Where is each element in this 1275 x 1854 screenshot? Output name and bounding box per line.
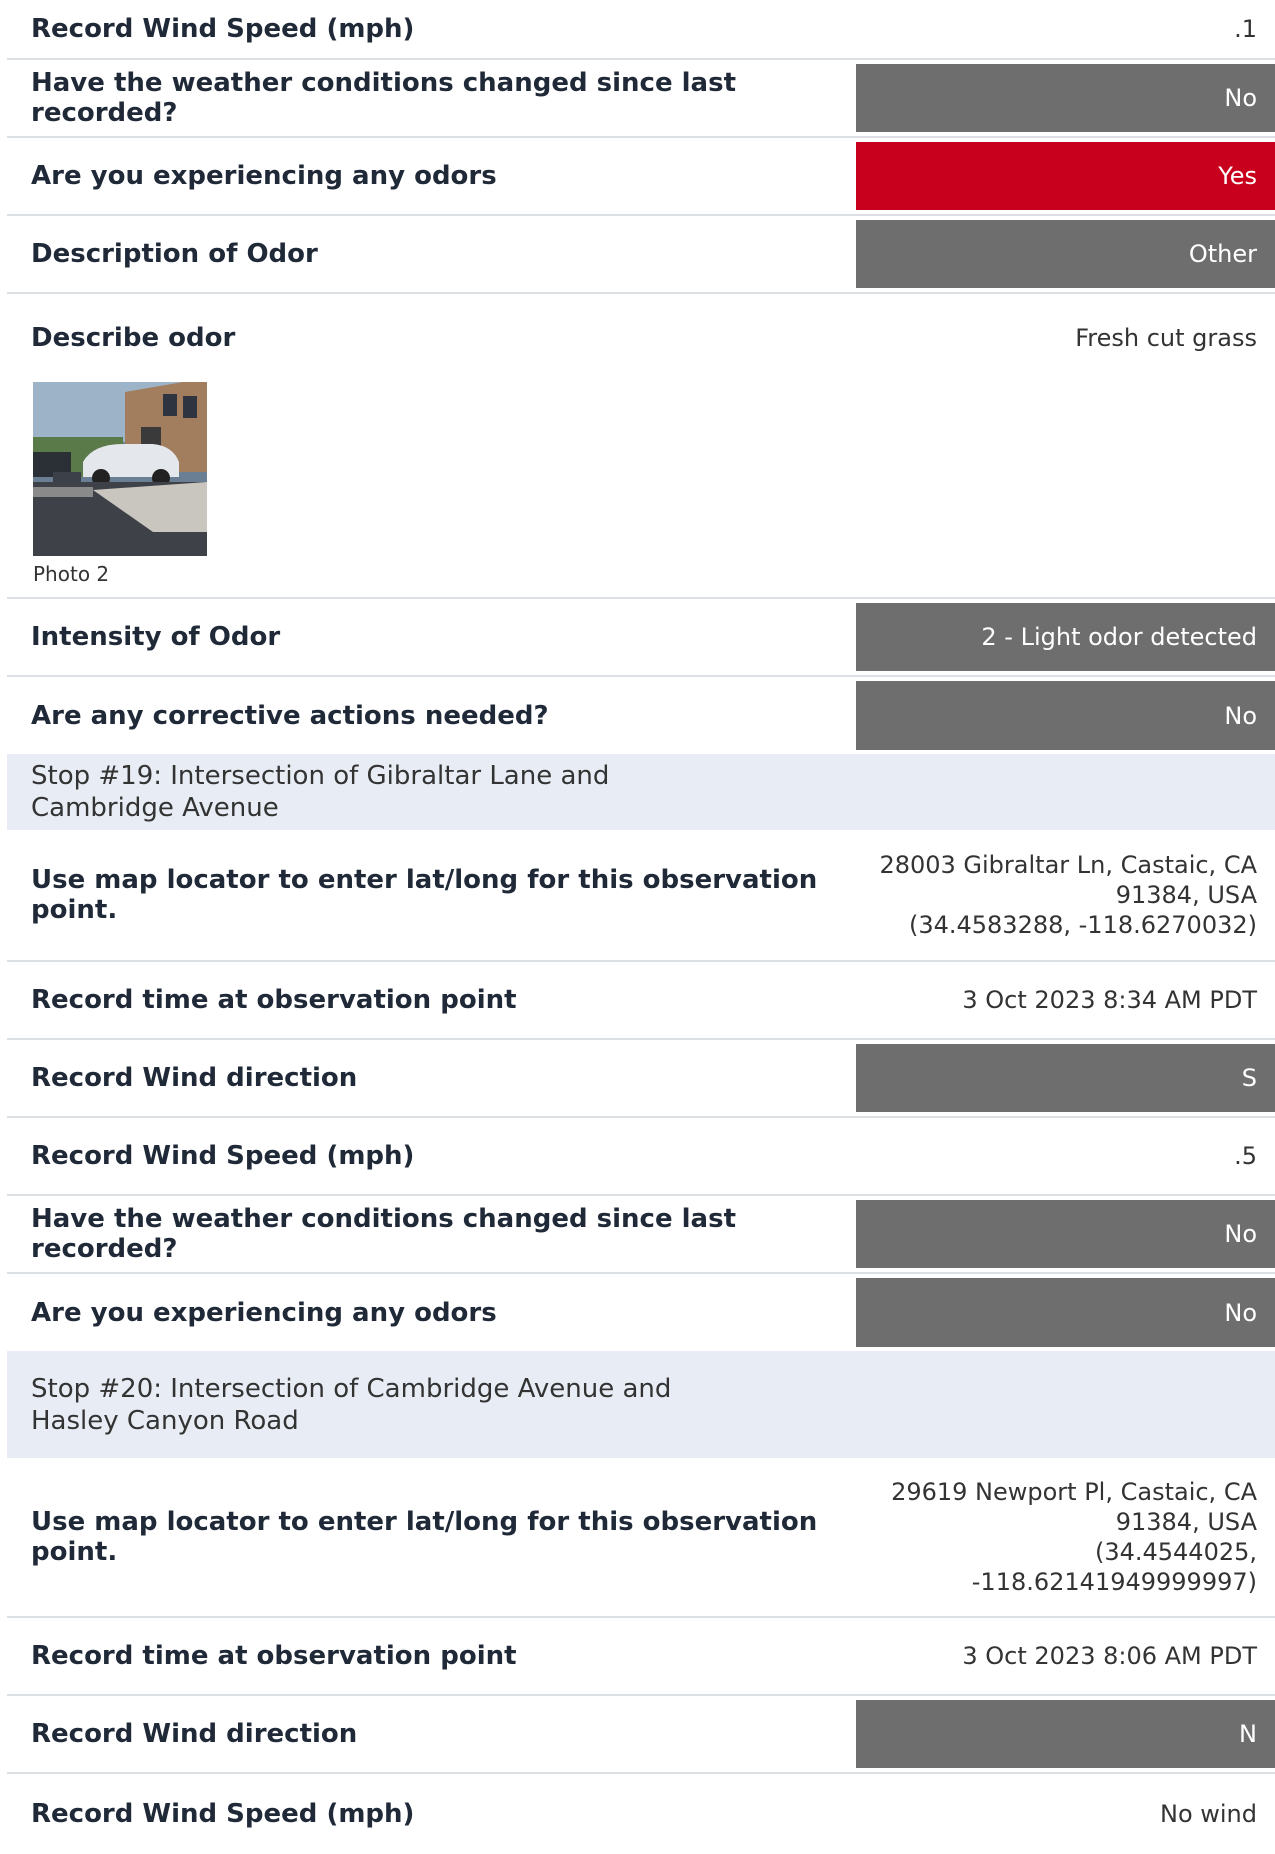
odor-intensity-row: Intensity of Odor 2 - Light odor detecte…: [7, 599, 1275, 677]
observation-time-row: Record time at observation point 3 Oct 2…: [7, 1618, 1275, 1696]
wind-speed-value: No wind: [1159, 1800, 1257, 1828]
field-label: Record Wind Speed (mph): [31, 14, 415, 44]
field-label: Record time at observation point: [31, 985, 517, 1015]
field-label: Record Wind Speed (mph): [31, 1141, 415, 1171]
odors-answer[interactable]: No: [856, 1278, 1275, 1347]
observation-time-value: 3 Oct 2023 8:06 AM PDT: [962, 1642, 1257, 1670]
odor-description-answer[interactable]: Other: [856, 220, 1275, 288]
field-label: Use map locator to enter lat/long for th…: [31, 1507, 818, 1567]
weather-changed-row: Have the weather conditions changed sinc…: [7, 60, 1275, 138]
observation-time-row: Record time at observation point 3 Oct 2…: [7, 962, 1275, 1040]
weather-changed-answer[interactable]: No: [856, 64, 1275, 132]
wind-speed-row: Record Wind Speed (mph) .5: [7, 1118, 1275, 1196]
wind-direction-answer[interactable]: N: [856, 1700, 1275, 1768]
wind-direction-row: Record Wind direction S: [7, 1040, 1275, 1118]
photo-caption: Photo 2: [33, 562, 110, 586]
field-label: Describe odor: [31, 323, 236, 353]
weather-changed-answer[interactable]: No: [856, 1200, 1275, 1268]
photo-attachment[interactable]: Photo 2: [33, 382, 207, 586]
odors-answer[interactable]: Yes: [856, 142, 1275, 210]
stop-20-header: Stop #20: Intersection of Cambridge Aven…: [7, 1351, 1275, 1458]
field-label: Description of Odor: [31, 239, 318, 269]
field-label: Have the weather conditions changed sinc…: [31, 68, 736, 128]
wind-direction-answer[interactable]: S: [856, 1044, 1275, 1112]
weather-changed-row: Have the weather conditions changed sinc…: [7, 1196, 1275, 1274]
field-label: Record Wind direction: [31, 1063, 358, 1093]
odors-row: Are you experiencing any odors No: [7, 1274, 1275, 1351]
field-label: Use map locator to enter lat/long for th…: [31, 865, 818, 925]
wind-direction-row: Record Wind direction N: [7, 1696, 1275, 1774]
field-label: Intensity of Odor: [31, 622, 281, 652]
location-value: 28003 Gibraltar Ln, Castaic, CA 91384, U…: [879, 851, 1257, 939]
field-label: Are you experiencing any odors: [31, 1297, 497, 1328]
wind-speed-value: .1: [1234, 15, 1257, 43]
location-value: 29619 Newport Pl, Castaic, CA 91384, USA…: [891, 1478, 1257, 1596]
report-page: Record Wind Speed (mph) .1 Have the weat…: [0, 0, 1275, 1854]
field-label: Record Wind Speed (mph): [31, 1799, 415, 1829]
odors-row: Are you experiencing any odors Yes: [7, 138, 1275, 216]
wind-speed-value: .5: [1234, 1142, 1257, 1170]
map-locator-row: Use map locator to enter lat/long for th…: [7, 1458, 1275, 1618]
observation-time-value: 3 Oct 2023 8:34 AM PDT: [962, 986, 1257, 1014]
wind-speed-row: Record Wind Speed (mph) .1: [7, 0, 1275, 60]
describe-odor-value: Fresh cut grass: [1075, 324, 1257, 352]
map-locator-row: Use map locator to enter lat/long for th…: [7, 830, 1275, 962]
odor-description-row: Description of Odor Other: [7, 216, 1275, 294]
stop-19-header: Stop #19: Intersection of Gibraltar Lane…: [7, 754, 1275, 830]
wind-speed-row: Record Wind Speed (mph) No wind: [7, 1774, 1275, 1854]
field-label: Record Wind direction: [31, 1719, 358, 1749]
odor-intensity-answer[interactable]: 2 - Light odor detected: [856, 603, 1275, 671]
field-label: Are you experiencing any odors: [31, 161, 497, 191]
field-label: Record time at observation point: [31, 1641, 517, 1671]
corrective-actions-answer[interactable]: No: [856, 681, 1275, 750]
photo-thumbnail[interactable]: [33, 382, 207, 556]
field-label: Are any corrective actions needed?: [31, 700, 549, 731]
corrective-actions-row: Are any corrective actions needed? No: [7, 677, 1275, 754]
field-label: Have the weather conditions changed sinc…: [31, 1204, 736, 1264]
